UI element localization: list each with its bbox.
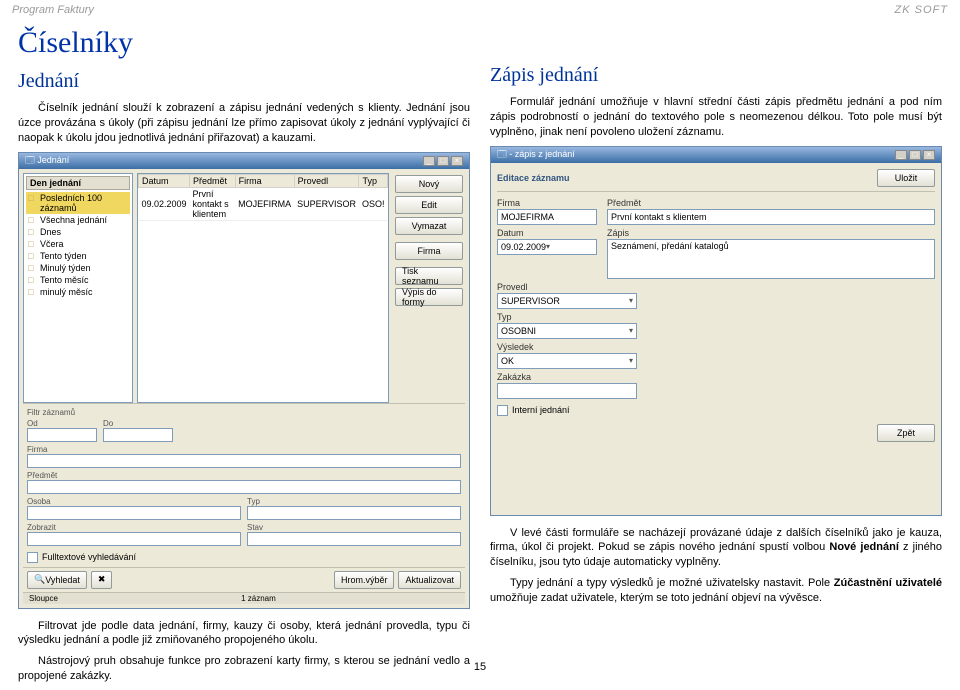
para-right-2: V levé části formuláře se nacházejí prov… <box>490 526 942 571</box>
edit-button[interactable]: Edit <box>395 196 463 214</box>
do-input[interactable] <box>103 428 173 442</box>
osoba-filter[interactable] <box>27 506 241 520</box>
col-provedl[interactable]: Provedl <box>294 174 359 187</box>
records-grid[interactable]: Datum Předmět Firma Provedl Typ 09.02.20… <box>137 173 389 403</box>
filters-header: Filtr záznamů <box>27 408 461 417</box>
zapis-label: Zápis <box>607 228 935 238</box>
tree-item[interactable]: Minulý týden <box>26 262 130 274</box>
right-column: Zápis jednání Formulář jednání umožňuje … <box>490 26 942 690</box>
para-left-2: Filtrovat jde podle data jednání, firmy,… <box>18 619 470 649</box>
heading-zapis: Zápis jednání <box>490 64 942 87</box>
aktualizovat-button[interactable]: Aktualizovat <box>398 571 461 589</box>
od-input[interactable] <box>27 428 97 442</box>
max-icon[interactable]: □ <box>437 156 449 166</box>
typ-field[interactable]: OSOBNI▾ <box>497 323 637 339</box>
jednani-window-title: 🗔 Jednání <box>25 153 69 169</box>
datum-field[interactable]: 09.02.2009▾ <box>497 239 597 255</box>
header-left: Program Faktury <box>12 4 94 16</box>
vymazat-button[interactable]: Vymazat <box>395 217 463 235</box>
vypis-button[interactable]: Výpis do formy <box>395 288 463 306</box>
status-count: 1 záznam <box>241 594 276 603</box>
tree-item[interactable]: Posledních 100 záznamů <box>26 192 130 214</box>
min-icon[interactable]: _ <box>423 156 435 166</box>
zapis-window: 🗔 - zápis z jednání _ □ × Editace záznam… <box>490 146 942 516</box>
heading-ciselniky: Číselníky <box>18 26 470 60</box>
calendar-icon[interactable]: ▾ <box>546 242 550 251</box>
col-firma[interactable]: Firma <box>235 174 294 187</box>
tree-item[interactable]: Tento týden <box>26 250 130 262</box>
zapis-window-title: 🗔 - zápis z jednání <box>497 147 575 163</box>
col-typ[interactable]: Typ <box>359 174 388 187</box>
heading-jednani: Jednání <box>18 70 470 93</box>
firma-label: Firma <box>497 198 597 208</box>
close-icon[interactable]: × <box>451 156 463 166</box>
provedl-field[interactable]: SUPERVISOR▾ <box>497 293 637 309</box>
tree-item[interactable]: Tento měsíc <box>26 274 130 286</box>
filters-panel: Filtr záznamů Od Do Firma Předmět Osoba … <box>23 403 465 567</box>
interni-label: Interní jednání <box>512 405 570 415</box>
zobrazit-filter[interactable] <box>27 532 241 546</box>
vysledek-label: Výsledek <box>497 342 637 352</box>
col-datum[interactable]: Datum <box>139 174 190 187</box>
typ-filter[interactable] <box>247 506 461 520</box>
ulozit-button[interactable]: Uložit <box>877 169 935 187</box>
max-icon[interactable]: □ <box>909 150 921 160</box>
firma-filter[interactable] <box>27 454 461 468</box>
zakazka-label: Zakázka <box>497 372 637 382</box>
tree-item[interactable]: Včera <box>26 238 130 250</box>
tree-item[interactable]: Dnes <box>26 226 130 238</box>
zpet-button[interactable]: Zpět <box>877 424 935 442</box>
tree-item[interactable]: Všechna jednání <box>26 214 130 226</box>
col-predmet[interactable]: Předmět <box>190 174 236 187</box>
predmet-field[interactable]: První kontakt s klientem <box>607 209 935 225</box>
chevron-down-icon[interactable]: ▾ <box>629 326 633 335</box>
firma-field[interactable]: MOJEFIRMA <box>497 209 597 225</box>
min-icon[interactable]: _ <box>895 150 907 160</box>
date-tree[interactable]: Den jednání Posledních 100 záznamů Všech… <box>23 173 133 403</box>
hromvyber-button[interactable]: Hrom.výběr <box>334 571 395 589</box>
fulltext-label: Fulltextové vyhledávání <box>42 552 136 562</box>
para-right-1: Formulář jednání umožňuje v hlavní střed… <box>490 95 942 140</box>
close-icon[interactable]: × <box>923 150 935 160</box>
novy-button[interactable]: Nový <box>395 175 463 193</box>
left-column: Číselníky Jednání Číselník jednání slouž… <box>18 26 470 690</box>
vyhledat-button[interactable]: 🔍 Vyhledat <box>27 571 87 589</box>
status-sloupce[interactable]: Sloupce <box>29 594 58 603</box>
para-left-1: Číselník jednání slouží k zobrazení a zá… <box>18 101 470 146</box>
chevron-down-icon[interactable]: ▾ <box>629 296 633 305</box>
provedl-label: Provedl <box>497 282 637 292</box>
datum-label: Datum <box>497 228 597 238</box>
editace-label: Editace záznamu <box>497 173 570 183</box>
typ-label: Typ <box>497 312 637 322</box>
zapis-field[interactable]: Seznámení, předání katalogů <box>607 239 935 279</box>
vysledek-field[interactable]: OK▾ <box>497 353 637 369</box>
stav-filter[interactable] <box>247 532 461 546</box>
zakazka-field[interactable] <box>497 383 637 399</box>
tree-item[interactable]: minulý měsíc <box>26 286 130 298</box>
tree-header: Den jednání <box>26 176 130 190</box>
table-row[interactable]: 09.02.2009 První kontakt s klientem MOJE… <box>139 187 388 220</box>
interni-checkbox[interactable] <box>497 405 508 416</box>
predmet-filter[interactable] <box>27 480 461 494</box>
tisk-button[interactable]: Tisk seznamu <box>395 267 463 285</box>
para-right-3: Typy jednání a typy výsledků je možné už… <box>490 576 942 606</box>
page-number: 15 <box>0 661 960 673</box>
fulltext-checkbox[interactable] <box>27 552 38 563</box>
predmet-label: Předmět <box>607 198 935 208</box>
jednani-window: 🗔 Jednání _ □ × Den jednání Posledních 1… <box>18 152 470 609</box>
chevron-down-icon[interactable]: ▾ <box>629 356 633 365</box>
firma-button[interactable]: Firma <box>395 242 463 260</box>
header-right: ZK SOFT <box>895 4 948 16</box>
clear-button[interactable]: ✖ <box>91 571 113 589</box>
